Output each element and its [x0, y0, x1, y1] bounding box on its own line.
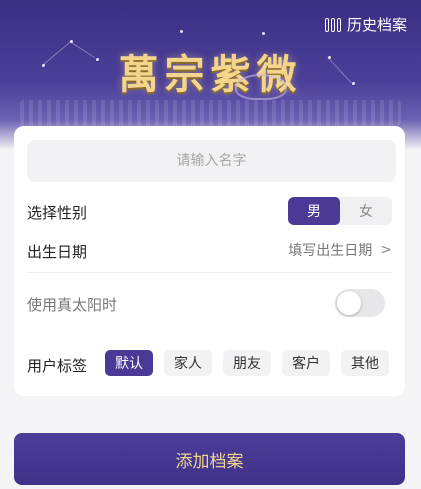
profile-form-card: 选择性别 男 女 出生日期 填写出生日期 > 使用真太阳时 用户标签 默认 家人… [14, 126, 405, 396]
gender-option-male[interactable]: 男 [288, 197, 340, 225]
solar-time-label: 使用真太阳时 [27, 296, 118, 314]
tag-client[interactable]: 客户 [282, 350, 330, 376]
star-icon [180, 30, 183, 33]
name-input[interactable] [27, 140, 396, 182]
add-profile-button[interactable]: 添加档案 [14, 433, 405, 485]
birth-date-label: 出生日期 [27, 243, 88, 261]
star-icon [262, 32, 265, 35]
archive-icon [324, 17, 341, 32]
tag-family[interactable]: 家人 [164, 350, 212, 376]
birth-date-picker[interactable]: 填写出生日期 > [288, 240, 392, 260]
gender-label: 选择性别 [27, 204, 88, 222]
tag-other[interactable]: 其他 [341, 350, 389, 376]
history-button[interactable]: 历史档案 [324, 14, 407, 35]
tag-list: 默认 家人 朋友 客户 其他 [105, 350, 389, 376]
solar-time-toggle[interactable] [335, 289, 385, 317]
toggle-knob [337, 291, 361, 315]
chevron-right-icon: > [380, 242, 392, 258]
history-label: 历史档案 [346, 16, 407, 34]
tag-default[interactable]: 默认 [105, 350, 153, 376]
divider [27, 272, 392, 273]
user-tag-label: 用户标签 [27, 357, 88, 375]
app-logo: 萬宗紫微 [118, 51, 303, 98]
cloud-ornament [235, 74, 287, 100]
birth-date-placeholder: 填写出生日期 [288, 243, 373, 259]
gender-selector: 男 女 [288, 197, 392, 225]
scroll-ornament [20, 100, 401, 126]
tag-friend[interactable]: 朋友 [223, 350, 271, 376]
gender-option-female[interactable]: 女 [340, 197, 392, 225]
